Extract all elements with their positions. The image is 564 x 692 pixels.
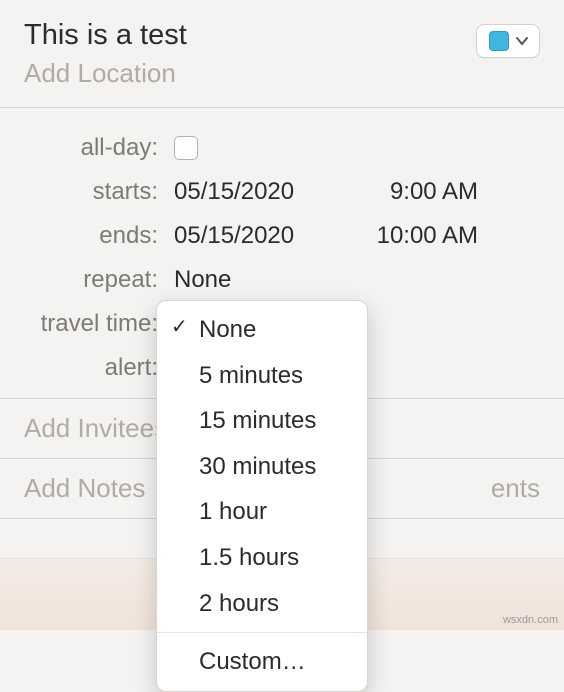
dropdown-separator <box>157 632 367 633</box>
calendar-picker[interactable] <box>476 24 540 58</box>
dropdown-item-1hr[interactable]: 1 hour <box>157 489 367 535</box>
alert-label: alert: <box>24 354 174 382</box>
starts-label: starts: <box>24 178 174 206</box>
repeat-value[interactable]: None <box>174 266 231 294</box>
location-field[interactable]: Add Location <box>24 58 476 89</box>
chevron-down-icon <box>515 34 529 48</box>
starts-time[interactable]: 9:00 AM <box>368 178 478 206</box>
dropdown-item-none[interactable]: None <box>157 307 367 353</box>
add-notes-label: Add Notes <box>24 473 145 504</box>
starts-row: starts: 05/15/2020 9:00 AM <box>24 170 540 214</box>
ends-label: ends: <box>24 222 174 250</box>
travel-time-dropdown[interactable]: None 5 minutes 15 minutes 30 minutes 1 h… <box>156 300 368 692</box>
dropdown-item-2hr[interactable]: 2 hours <box>157 581 367 627</box>
all-day-label: all-day: <box>24 134 174 162</box>
ends-row: ends: 05/15/2020 10:00 AM <box>24 214 540 258</box>
all-day-row: all-day: <box>24 126 540 170</box>
watermark: wsxdn.com <box>503 614 558 626</box>
repeat-row: repeat: None <box>24 258 540 302</box>
add-invitees-label: Add Invitees <box>24 413 167 444</box>
dropdown-item-1-5hr[interactable]: 1.5 hours <box>157 535 367 581</box>
ends-time[interactable]: 10:00 AM <box>368 222 478 250</box>
calendar-color-swatch <box>489 31 509 51</box>
ends-date[interactable]: 05/15/2020 <box>174 222 332 250</box>
starts-date[interactable]: 05/15/2020 <box>174 178 332 206</box>
event-header: This is a test Add Location <box>0 0 564 108</box>
attachments-suffix: ents <box>491 473 540 504</box>
event-title[interactable]: This is a test <box>24 20 476 52</box>
dropdown-item-custom[interactable]: Custom… <box>157 639 367 685</box>
dropdown-item-15min[interactable]: 15 minutes <box>157 398 367 444</box>
dropdown-item-5min[interactable]: 5 minutes <box>157 353 367 399</box>
all-day-checkbox[interactable] <box>174 136 198 160</box>
dropdown-item-30min[interactable]: 30 minutes <box>157 444 367 490</box>
repeat-label: repeat: <box>24 266 174 294</box>
travel-time-label: travel time: <box>24 310 174 338</box>
